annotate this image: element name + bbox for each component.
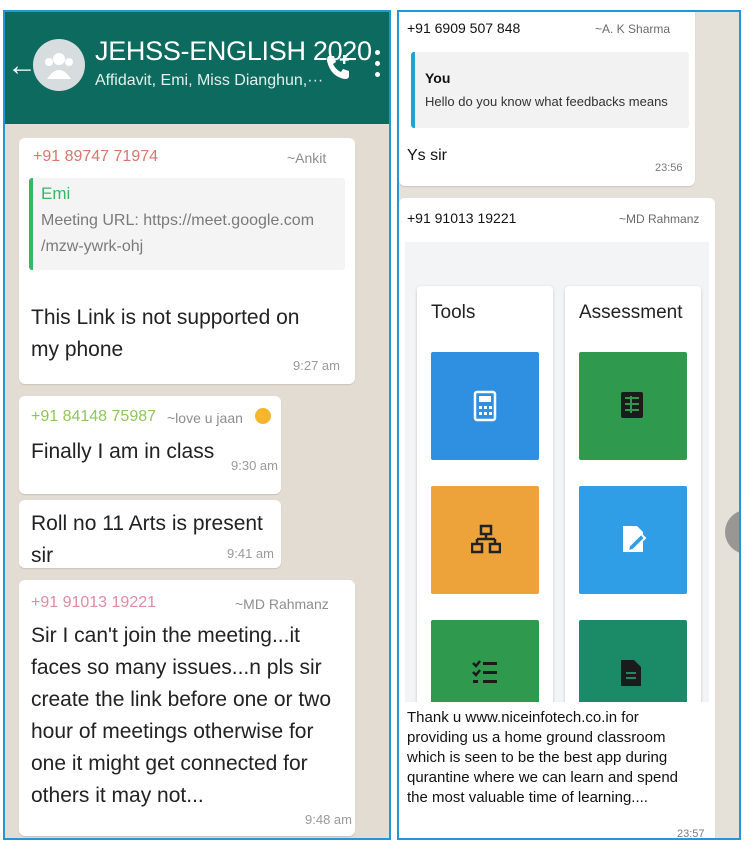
message-bubble[interactable]: +91 84148 75987 ~love u jaan Finally I a… (19, 396, 281, 494)
tile-document[interactable] (579, 620, 687, 702)
chat-panel-left: ← JEHSS-ENGLISH 2020 Affidavit, Emi, Mis… (3, 10, 391, 840)
sender-alias: ~MD Rahmanz (619, 212, 700, 226)
message-text: Sir I can't join the meeting...it faces … (31, 624, 332, 807)
tile-checklist[interactable] (431, 620, 539, 702)
group-participants[interactable]: Affidavit, Emi, Miss Dianghun,··· (95, 72, 323, 90)
checklist-icon (472, 660, 497, 683)
quoted-message[interactable]: Emi Meeting URL: https://meet.google.com… (29, 178, 345, 270)
more-options-icon[interactable] (373, 50, 381, 82)
chat-header: ← JEHSS-ENGLISH 2020 Affidavit, Emi, Mis… (5, 12, 389, 124)
message-time: 23:56 (655, 162, 683, 174)
quoted-text: Hello do you know what feedbacks means (425, 94, 668, 109)
add-call-icon[interactable] (323, 52, 353, 82)
sender-number: +91 6909 507 848 (407, 20, 521, 36)
message-time: 23:57 (677, 828, 705, 840)
sender-alias: ~love u jaan (167, 410, 243, 426)
scroll-down-button[interactable] (725, 510, 739, 554)
message-time: 9:27 am (293, 358, 340, 373)
image-message-bubble[interactable]: +91 91013 19221 ~MD Rahmanz Tools Assess… (399, 198, 715, 840)
sender-number: +91 84148 75987 (31, 408, 157, 425)
quoted-sender: You (425, 70, 451, 86)
message-text: Finally I am in class (31, 440, 215, 463)
group-avatar[interactable] (33, 39, 85, 91)
sender-number: +91 91013 19221 (407, 210, 517, 226)
quoted-text: Meeting URL: https://meet.google.com /mz… (41, 212, 315, 255)
spreadsheet-icon (621, 392, 643, 418)
message-text: Thank u www.niceinfotech.co.in for provi… (407, 709, 679, 806)
message-time: 9:30 am (231, 458, 278, 473)
tile-pen-document[interactable] (579, 486, 687, 594)
message-bubble[interactable]: +91 89747 71974 ~Ankit Emi Meeting URL: … (19, 138, 355, 384)
message-time: 9:41 am (227, 546, 274, 561)
pen-document-icon (623, 526, 647, 553)
card-title: Assessment (579, 302, 683, 323)
sitemap-icon (471, 524, 501, 554)
back-arrow-icon[interactable]: ← (7, 46, 37, 86)
message-text: Ys sir (407, 147, 447, 164)
chat-panel-right: +91 6909 507 848 ~A. K Sharma You Hello … (397, 10, 741, 840)
calculator-icon (473, 390, 497, 422)
sender-alias: ~Ankit (287, 150, 327, 166)
sender-number: +91 91013 19221 (31, 594, 157, 611)
message-time: 9:48 am (305, 812, 352, 827)
sender-number: +91 89747 71974 (33, 148, 159, 165)
message-bubble[interactable]: +91 6909 507 848 ~A. K Sharma You Hello … (399, 12, 695, 186)
message-bubble[interactable]: Roll no 11 Arts is present sir 9:41 am (19, 500, 281, 568)
message-bubble[interactable]: +91 91013 19221 ~MD Rahmanz Sir I can't … (19, 580, 355, 836)
quoted-message[interactable]: You Hello do you know what feedbacks mea… (411, 52, 689, 128)
card-title: Tools (431, 302, 476, 323)
tile-sitemap[interactable] (431, 486, 539, 594)
document-icon (621, 660, 641, 686)
shared-image[interactable]: Tools Assessment (405, 242, 709, 702)
message-text: Roll no 11 Arts is present sir (31, 512, 263, 567)
tile-spreadsheet[interactable] (579, 352, 687, 460)
tile-calculator[interactable] (431, 352, 539, 460)
quoted-sender: Emi (41, 184, 71, 203)
sender-alias: ~A. K Sharma (595, 22, 671, 36)
emoji-icon (255, 408, 271, 424)
sender-alias: ~MD Rahmanz (235, 596, 329, 612)
message-text: This Link is not supported on my phone (31, 306, 300, 361)
group-avatar-icon (45, 53, 73, 79)
